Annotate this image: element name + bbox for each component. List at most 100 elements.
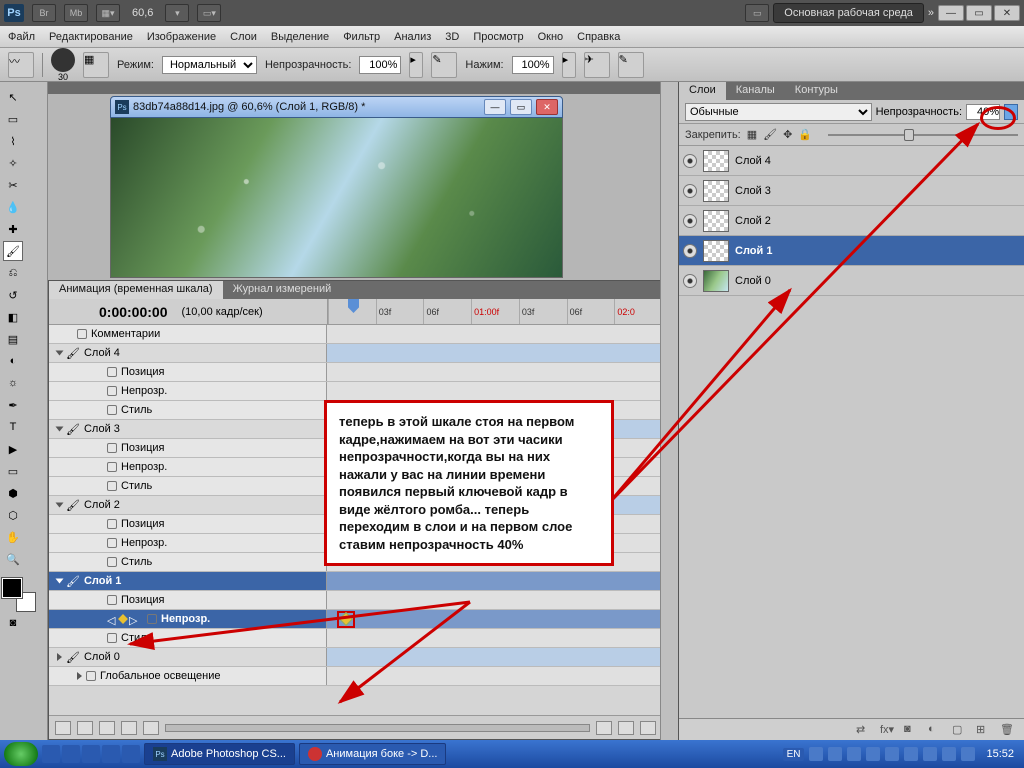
document-canvas[interactable] bbox=[110, 118, 563, 278]
stopwatch-icon[interactable] bbox=[107, 519, 117, 529]
3d-camera-icon[interactable]: ⬡ bbox=[3, 505, 23, 525]
type-tool-icon[interactable]: T bbox=[3, 417, 23, 437]
visibility-icon[interactable] bbox=[683, 274, 697, 288]
menu-view[interactable]: Просмотр bbox=[473, 31, 523, 43]
delete-layer-icon[interactable]: 🗑 bbox=[1000, 723, 1016, 737]
timeline-ruler[interactable]: 03f 06f 01:00f 03f 06f 02:0 bbox=[327, 299, 662, 324]
tab-layers[interactable]: Слои bbox=[679, 82, 726, 100]
rewind-icon[interactable] bbox=[55, 721, 71, 735]
loop-icon[interactable] bbox=[143, 721, 159, 735]
language-indicator[interactable]: EN bbox=[783, 748, 805, 761]
collapsed-panel-strip[interactable] bbox=[660, 82, 678, 740]
doc-minimize-button[interactable]: — bbox=[484, 99, 506, 115]
shape-tool-icon[interactable]: ▭ bbox=[3, 461, 23, 481]
lasso-tool-icon[interactable]: ⌇ bbox=[3, 131, 23, 151]
stopwatch-icon[interactable] bbox=[77, 329, 87, 339]
menu-3d[interactable]: 3D bbox=[445, 31, 459, 43]
stamp-tool-icon[interactable]: ⎌ bbox=[3, 263, 23, 283]
tray-icon[interactable] bbox=[847, 747, 861, 761]
visibility-icon[interactable] bbox=[683, 244, 697, 258]
tablet-pressure-icon[interactable]: ✎ bbox=[618, 52, 644, 78]
convert-frames-icon[interactable] bbox=[640, 721, 656, 735]
hand-tool-icon[interactable]: ✋ bbox=[3, 527, 23, 547]
opacity-pressure-icon[interactable]: ✎ bbox=[431, 52, 457, 78]
delete-icon[interactable] bbox=[618, 721, 634, 735]
pen-tool-icon[interactable]: ✒ bbox=[3, 395, 23, 415]
quicklaunch-icon[interactable] bbox=[102, 745, 120, 763]
tray-icon[interactable] bbox=[904, 747, 918, 761]
tab-animation-timeline[interactable]: Анимация (временная шкала) bbox=[49, 281, 223, 299]
start-button[interactable] bbox=[4, 742, 38, 766]
blend-mode-select[interactable]: Нормальный bbox=[162, 56, 257, 74]
layer-blend-select[interactable]: Обычные bbox=[685, 103, 872, 121]
link-layers-icon[interactable]: ⇄ bbox=[856, 723, 872, 737]
play-icon[interactable] bbox=[99, 721, 115, 735]
color-swatches[interactable] bbox=[2, 578, 36, 612]
tray-icon[interactable] bbox=[866, 747, 880, 761]
stopwatch-icon[interactable] bbox=[107, 481, 117, 491]
fill-slider[interactable] bbox=[828, 129, 1018, 141]
doc-close-button[interactable]: ✕ bbox=[536, 99, 558, 115]
brush-preview-icon[interactable] bbox=[51, 48, 75, 72]
tab-channels[interactable]: Каналы bbox=[726, 82, 785, 100]
disclosure-icon[interactable] bbox=[56, 579, 64, 584]
opacity-flyout-icon[interactable]: ▸ bbox=[409, 52, 423, 78]
panel-collapse-strip[interactable] bbox=[48, 82, 663, 94]
airbrush-icon[interactable]: ✈ bbox=[584, 52, 610, 78]
quicklaunch-icon[interactable] bbox=[62, 745, 80, 763]
layer-item[interactable]: Слой 0 bbox=[679, 266, 1024, 296]
window-minimize-button[interactable]: — bbox=[938, 5, 964, 21]
stopwatch-icon[interactable] bbox=[107, 405, 117, 415]
quickmask-icon[interactable]: ◙ bbox=[3, 613, 23, 633]
row-layer3[interactable]: Слой 3 bbox=[84, 423, 120, 435]
brush-tool-icon[interactable]: 🖌 bbox=[3, 241, 23, 261]
zoom-slider[interactable] bbox=[165, 724, 590, 732]
blur-tool-icon[interactable]: ◐ bbox=[3, 351, 23, 371]
layer-item[interactable]: Слой 3 bbox=[679, 176, 1024, 206]
row-layer1-opacity[interactable]: Непрозр. bbox=[161, 613, 210, 625]
layer-item[interactable]: Слой 4 bbox=[679, 146, 1024, 176]
disclosure-icon[interactable] bbox=[56, 427, 64, 432]
visibility-icon[interactable] bbox=[683, 214, 697, 228]
window-close-button[interactable]: ✕ bbox=[994, 5, 1020, 21]
menu-select[interactable]: Выделение bbox=[271, 31, 329, 43]
group-icon[interactable]: ▢ bbox=[952, 723, 968, 737]
disclosure-icon[interactable] bbox=[77, 672, 82, 680]
menu-filter[interactable]: Фильтр bbox=[343, 31, 380, 43]
eraser-tool-icon[interactable]: ◧ bbox=[3, 307, 23, 327]
tray-icon[interactable] bbox=[923, 747, 937, 761]
adjustment-layer-icon[interactable]: ◐ bbox=[928, 723, 944, 737]
quicklaunch-icon[interactable] bbox=[42, 745, 60, 763]
taskbar-item-photoshop[interactable]: PsAdobe Photoshop CS... bbox=[144, 743, 295, 765]
menu-window[interactable]: Окно bbox=[538, 31, 564, 43]
prev-frame-icon[interactable] bbox=[77, 721, 93, 735]
stopwatch-icon[interactable] bbox=[107, 557, 117, 567]
opacity-input[interactable] bbox=[359, 56, 401, 74]
brush-panel-icon[interactable]: ▦ bbox=[83, 52, 109, 78]
screen-mode-icon[interactable]: ▭▾ bbox=[197, 4, 221, 22]
flow-input[interactable] bbox=[512, 56, 554, 74]
row-layer2[interactable]: Слой 2 bbox=[84, 499, 120, 511]
stopwatch-opacity-icon[interactable] bbox=[147, 614, 157, 624]
marquee-tool-icon[interactable]: ▭ bbox=[3, 109, 23, 129]
eyedropper-tool-icon[interactable]: 💧 bbox=[3, 197, 23, 217]
window-maximize-button[interactable]: ▭ bbox=[966, 5, 992, 21]
stopwatch-icon[interactable] bbox=[107, 462, 117, 472]
move-tool-icon[interactable]: ↖ bbox=[3, 87, 23, 107]
new-layer-icon[interactable]: ⊞ bbox=[976, 723, 992, 737]
layer-item[interactable]: Слой 2 bbox=[679, 206, 1024, 236]
tray-icon[interactable] bbox=[809, 747, 823, 761]
keyframe-nav[interactable]: ◁▷ bbox=[107, 614, 139, 624]
disclosure-icon[interactable] bbox=[56, 351, 64, 356]
stopwatch-icon[interactable] bbox=[107, 367, 117, 377]
tool-preset-icon[interactable]: 〰 bbox=[8, 52, 34, 78]
doc-maximize-button[interactable]: ▭ bbox=[510, 99, 532, 115]
workspace-switcher[interactable]: Основная рабочая среда bbox=[773, 3, 924, 23]
stopwatch-icon[interactable] bbox=[107, 538, 117, 548]
taskbar-clock[interactable]: 15:52 bbox=[980, 748, 1020, 760]
lock-pixels-icon[interactable]: 🖌 bbox=[763, 128, 777, 141]
next-frame-icon[interactable] bbox=[121, 721, 137, 735]
layer-fx-icon[interactable]: fx▾ bbox=[880, 723, 896, 737]
flow-flyout-icon[interactable]: ▸ bbox=[562, 52, 576, 78]
3d-tool-icon[interactable]: ⬢ bbox=[3, 483, 23, 503]
